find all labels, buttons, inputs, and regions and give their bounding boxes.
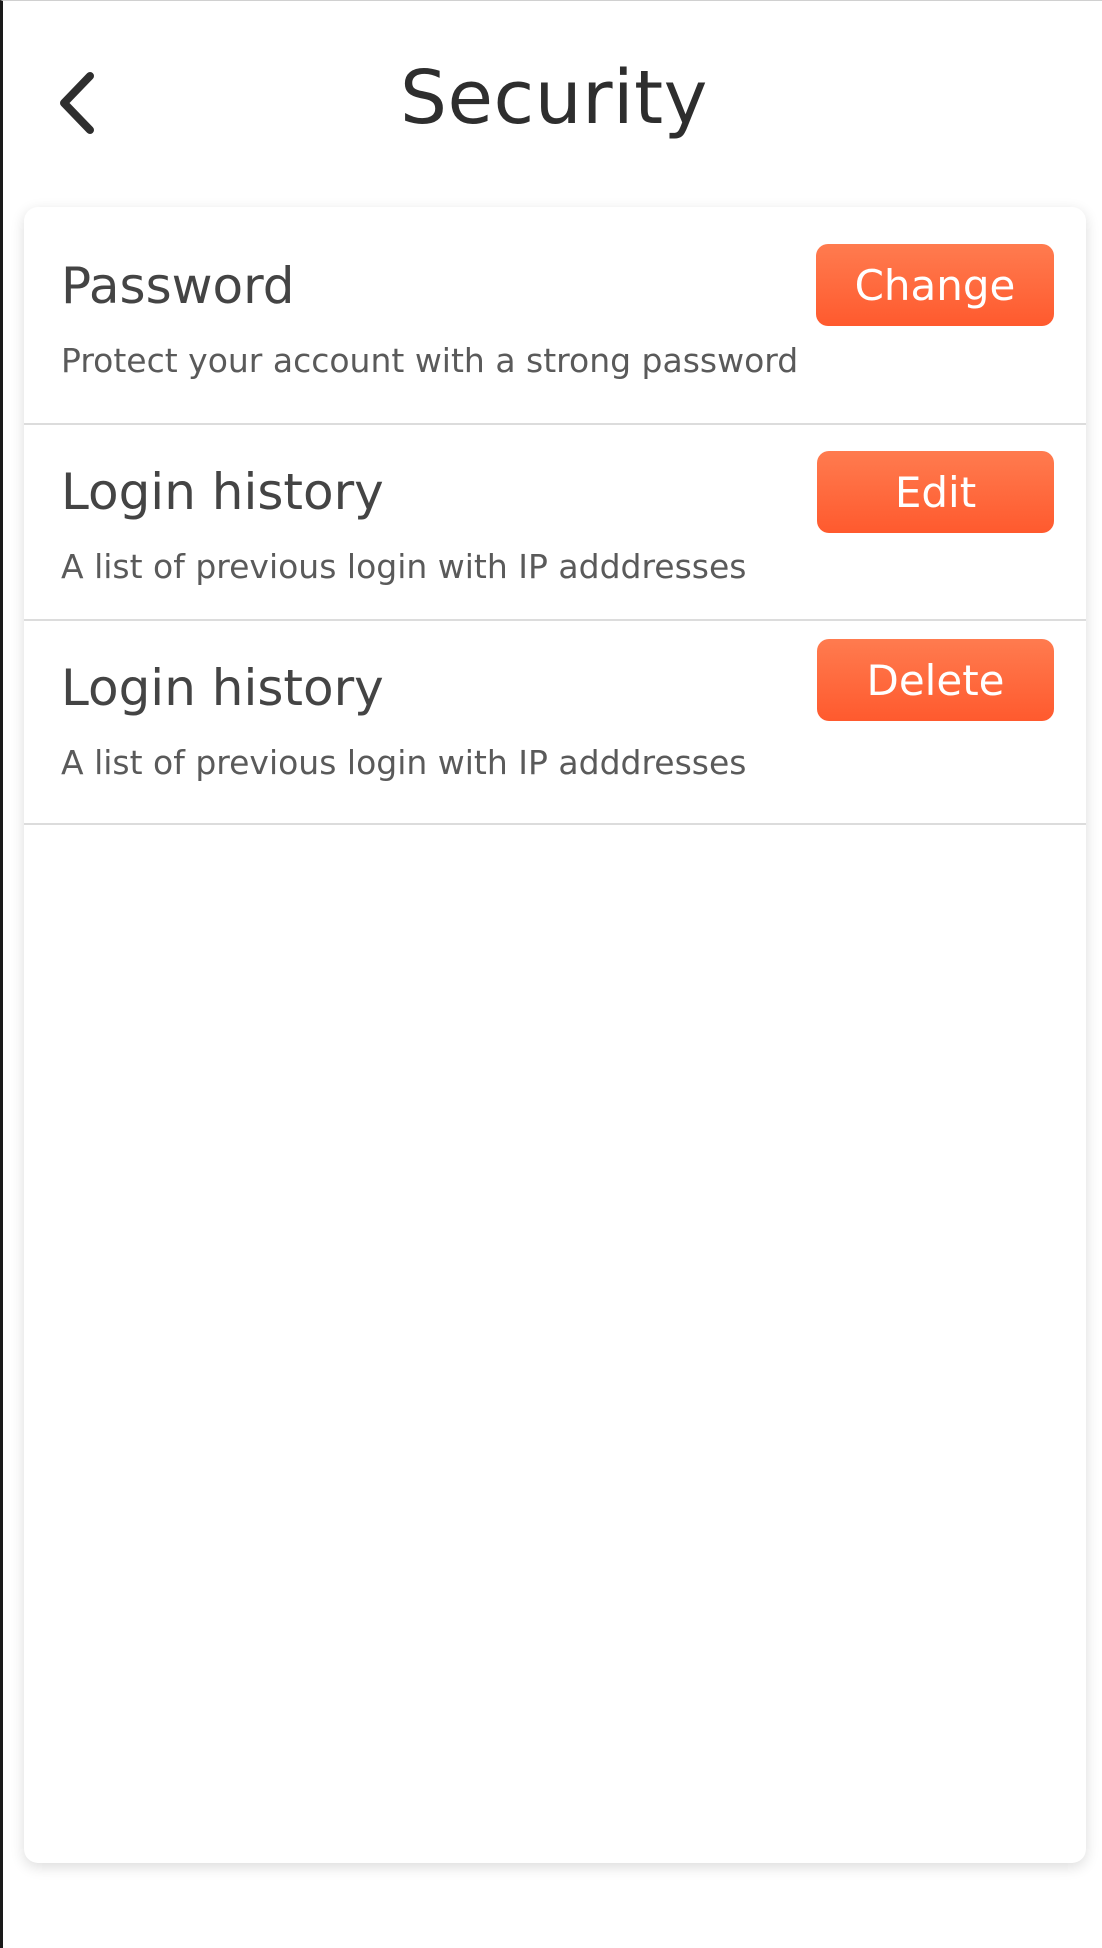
security-screen: Security Password Protect your account w… bbox=[0, 0, 1102, 1948]
change-password-button[interactable]: Change bbox=[816, 244, 1054, 326]
setting-description: Protect your account with a strong passw… bbox=[61, 341, 799, 380]
setting-title: Login history bbox=[61, 463, 384, 521]
login-history-row: Login history A list of previous login w… bbox=[24, 425, 1086, 621]
setting-title: Password bbox=[61, 257, 295, 315]
settings-card: Password Protect your account with a str… bbox=[24, 207, 1086, 1863]
header: Security bbox=[3, 1, 1102, 201]
delete-login-history-button[interactable]: Delete bbox=[817, 639, 1054, 721]
edit-login-history-button[interactable]: Edit bbox=[817, 451, 1054, 533]
setting-description: A list of previous login with IP adddres… bbox=[61, 743, 747, 782]
setting-title: Login history bbox=[61, 659, 384, 717]
login-history-row: Login history A list of previous login w… bbox=[24, 621, 1086, 825]
page-title: Security bbox=[400, 55, 708, 141]
setting-description: A list of previous login with IP adddres… bbox=[61, 547, 747, 586]
password-setting-row: Password Protect your account with a str… bbox=[24, 207, 1086, 425]
